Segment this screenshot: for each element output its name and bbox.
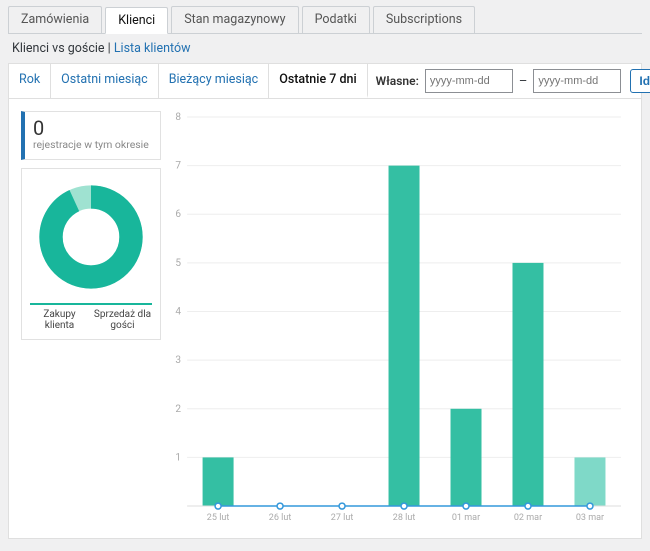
subnav-link[interactable]: Lista klientów	[114, 41, 191, 56]
svg-text:7: 7	[175, 161, 181, 172]
date-from[interactable]	[425, 69, 513, 93]
tab-orders[interactable]: Zamówienia	[8, 6, 102, 33]
svg-text:26 lut: 26 lut	[269, 513, 292, 523]
svg-text:25 lut: 25 lut	[207, 513, 230, 523]
svg-text:01 mar: 01 mar	[452, 513, 480, 523]
subnav-current: Klienci vs goście	[12, 41, 105, 56]
donut-card: Zakupy klienta Sprzedaż dla gości	[21, 168, 161, 340]
svg-text:03 mar: 03 mar	[576, 513, 604, 523]
report-tabs: Zamówienia Klienci Stan magazynowy Podat…	[8, 6, 642, 34]
svg-text:1: 1	[175, 452, 181, 463]
chart-area: 1 2 3 4 5 6 7 8 25 lut 26 lut 27 lut 28 lut 01 mar 02…	[167, 111, 629, 530]
tab-customers[interactable]: Klienci	[105, 7, 168, 34]
date-to[interactable]	[533, 69, 621, 93]
tab-stock[interactable]: Stan magazynowy	[171, 6, 298, 33]
range-this-month[interactable]: Bieżący miesiąc	[159, 64, 269, 98]
donut-legend: Zakupy klienta Sprzedaż dla gości	[30, 303, 152, 331]
stat-value: 0	[33, 118, 152, 138]
svg-text:02 mar: 02 mar	[514, 513, 542, 523]
stat-label: rejestracje w tym okresie	[33, 138, 152, 151]
legend-right: Sprzedaż dla gości	[93, 309, 152, 331]
date-separator: –	[519, 74, 528, 89]
svg-text:6: 6	[175, 209, 181, 220]
legend-left: Zakupy klienta	[30, 309, 89, 331]
range-bar: Rok Ostatni miesiąc Bieżący miesiąc Osta…	[8, 63, 642, 99]
range-custom: Własne: – Idź	[368, 64, 650, 98]
svg-text:27 lut: 27 lut	[331, 513, 354, 523]
svg-text:28 lut: 28 lut	[393, 513, 416, 523]
subnav: Klienci vs goście | Lista klientów	[8, 34, 642, 63]
range-last-month[interactable]: Ostatni miesiąc	[51, 64, 159, 98]
stat-registrations: 0 rejestracje w tym okresie	[21, 111, 161, 160]
go-button[interactable]: Idź	[630, 69, 650, 93]
svg-text:2: 2	[175, 404, 181, 415]
svg-text:8: 8	[175, 112, 181, 123]
custom-label: Własne:	[376, 74, 419, 88]
tab-subscriptions[interactable]: Subscriptions	[373, 6, 475, 33]
range-last-7-days[interactable]: Ostatnie 7 dni	[269, 64, 367, 98]
donut-chart	[31, 177, 151, 297]
range-year[interactable]: Rok	[9, 64, 51, 98]
svg-text:5: 5	[175, 258, 181, 269]
tab-taxes[interactable]: Podatki	[302, 6, 370, 33]
svg-text:3: 3	[175, 355, 181, 366]
svg-text:4: 4	[175, 307, 181, 318]
